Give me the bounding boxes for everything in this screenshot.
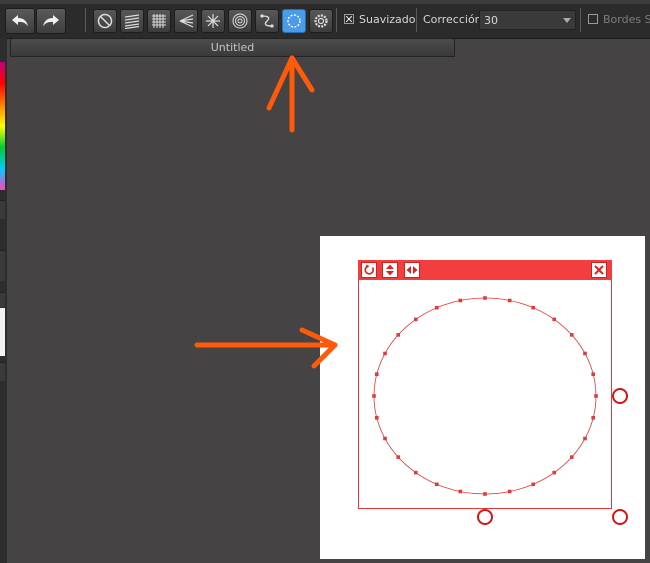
ellipse-node[interactable] [583,351,587,356]
ellipse-nodes [372,296,598,496]
ellipse-node[interactable] [570,455,574,459]
ellipse-node[interactable] [583,436,587,441]
ellipse-node[interactable] [372,394,376,398]
ellipse-guide [373,297,597,495]
ellipse-node[interactable] [435,482,439,487]
ellipse-node[interactable] [396,333,400,337]
ellipse-node[interactable] [531,305,535,310]
ellipse-node[interactable] [507,298,512,303]
ellipse-node[interactable] [483,296,487,300]
ellipse-node[interactable] [375,372,379,376]
ellipse-node[interactable] [458,298,463,303]
ellipse-node[interactable] [414,317,418,322]
ellipse-node[interactable] [552,317,556,322]
ellipse-node[interactable] [435,305,439,310]
ellipse-node[interactable] [383,351,387,356]
ellipse-node[interactable] [483,492,487,496]
ellipse-node[interactable] [531,482,535,487]
ellipse-node[interactable] [375,416,379,420]
ellipse-node[interactable] [570,333,574,337]
ellipse-node[interactable] [552,470,556,475]
canvas-overlay [194,55,598,496]
ellipse-node[interactable] [507,489,512,494]
annotation-arrow-right [194,327,338,369]
ellipse-node[interactable] [594,394,598,398]
annotation-arrow-up [266,55,315,133]
ellipse-node[interactable] [591,372,595,376]
ellipse-node[interactable] [396,455,400,459]
ellipse-node[interactable] [458,489,463,494]
ellipse-node[interactable] [383,436,387,441]
ellipse-node[interactable] [591,416,595,420]
ellipse-node[interactable] [414,470,418,475]
